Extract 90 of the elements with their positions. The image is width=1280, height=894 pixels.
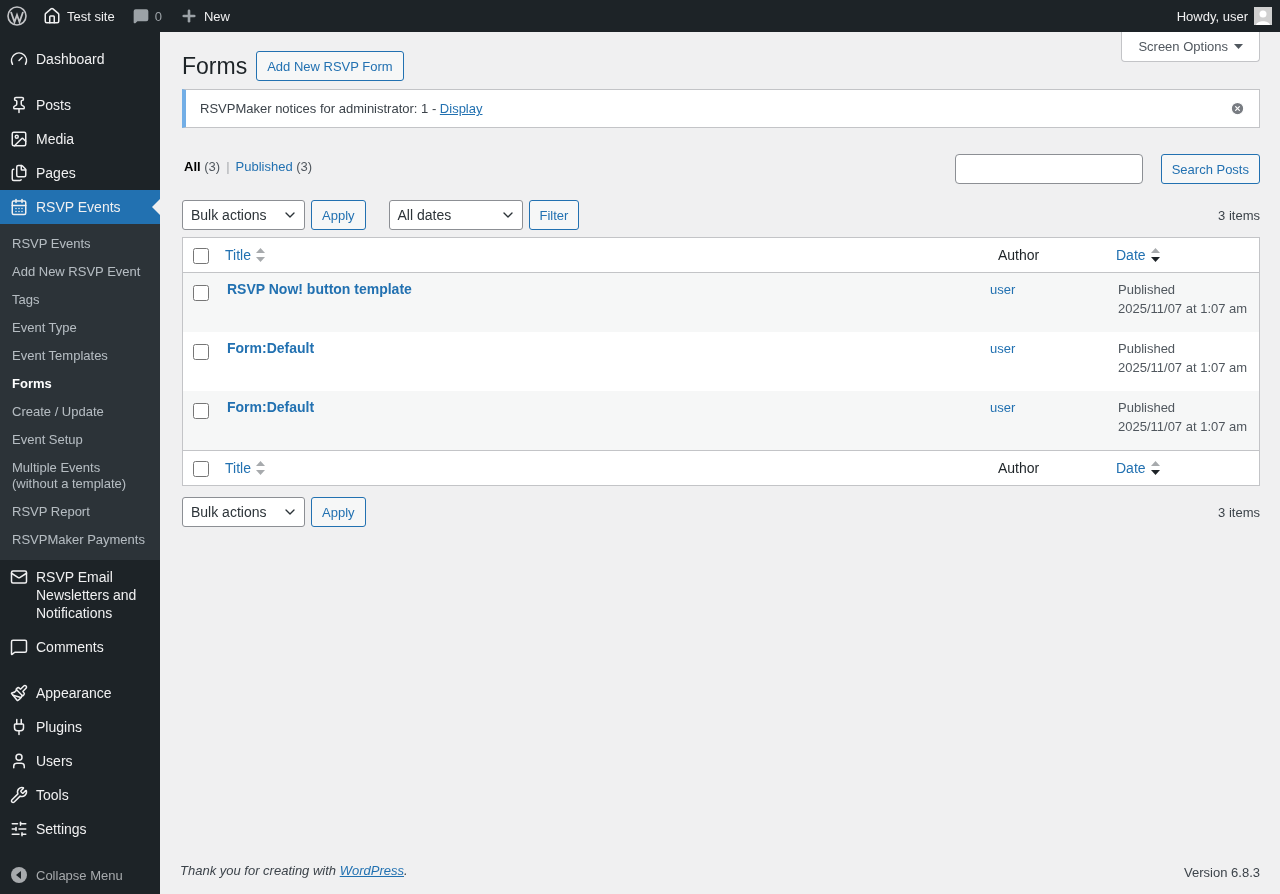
post-date: 2025/11/07 at 1:07 am [1118,300,1248,318]
submenu-item[interactable]: Event Templates [0,342,160,370]
bulk-actions-dropdown[interactable]: Bulk actions [182,497,305,527]
submenu-item[interactable]: Event Setup [0,426,160,454]
version-text: Version 6.8.3 [1184,864,1260,882]
view-link[interactable]: All (3) [184,158,221,174]
submenu-item[interactable]: RSVP Events [0,230,160,258]
menu-item[interactable]: RSVP Events [0,190,160,224]
view-link[interactable]: Published (3) [235,158,313,174]
wordpress-link[interactable]: WordPress [339,863,404,878]
row-checkbox[interactable] [193,285,209,301]
author-link[interactable]: user [990,282,1016,297]
apply-button[interactable]: Apply [311,497,366,527]
post-date: 2025/11/07 at 1:07 am [1118,359,1248,377]
menu-item[interactable]: Comments [0,630,160,664]
menu-item[interactable]: Dashboard [0,42,160,76]
person-icon [10,752,28,770]
sortable-column-header[interactable]: Title [225,247,265,263]
logo-icon[interactable] [7,6,27,26]
menu-item[interactable]: Posts [0,88,160,122]
close-icon[interactable] [1230,101,1245,116]
display-link[interactable]: Display [439,101,483,116]
post-status: Published [1118,281,1176,299]
menu-item[interactable]: Tools [0,778,160,812]
item-count: 3 items [1218,207,1260,225]
media-icon [10,130,28,148]
item-count: 3 items [1218,504,1260,522]
brush-icon [10,684,28,702]
select-all-checkbox[interactable] [193,248,209,264]
select-all-checkbox[interactable] [193,461,209,477]
bulk-actions-dropdown[interactable]: Bulk actions [182,200,305,230]
menu-item[interactable]: RSVP Email Newsletters and Notifications [0,560,160,630]
pin-icon [10,96,28,114]
row-checkbox[interactable] [193,403,209,419]
apply-button[interactable]: Apply [311,200,366,230]
author-link[interactable]: user [990,400,1016,415]
speech-bubble-icon [10,638,28,656]
page-title: Forms [182,52,248,80]
menu-item[interactable]: Plugins [0,710,160,744]
submenu-item[interactable]: Forms [0,370,160,398]
account-link[interactable]: Howdy, user [1176,7,1272,25]
column-label: Author [998,460,1040,476]
post-title-link[interactable]: RSVP Now! button template [227,281,412,297]
collapse-icon [10,866,28,884]
post-status: Published [1118,340,1176,358]
home-icon [43,7,61,25]
comments-link[interactable]: 0 [132,8,162,24]
site-link[interactable]: Test site [43,7,115,25]
notice-text: RSVPMaker notices for administrator: 1 - Display [200,101,483,116]
submenu-item[interactable]: RSVP Report [0,498,160,526]
screen-options-tab[interactable]: Screen Options [1121,32,1260,62]
menu-item[interactable]: Appearance [0,676,160,710]
new-link[interactable]: New [179,7,230,25]
sortable-column-header[interactable]: Date [1116,460,1160,476]
wrench-icon [10,786,28,804]
search-button[interactable]: Search Posts [1160,154,1260,184]
sortable-column-header[interactable]: Title [225,460,265,476]
post-title-link[interactable]: Form:Default [227,340,315,356]
submenu-item[interactable]: Event Type [0,314,160,342]
menu-item[interactable]: Users [0,744,160,778]
column-label: Author [998,247,1040,263]
author-link[interactable]: user [990,341,1016,356]
calendar-icon [10,198,28,216]
dates-dropdown[interactable]: All dates [388,200,523,230]
caret-icon [1234,44,1243,49]
submenu-item[interactable]: Create / Update [0,398,160,426]
collapse-menu-link[interactable]: Collapse Menu [0,858,160,892]
submenu-item[interactable]: Multiple Events (without a template) [0,454,160,498]
footer-text: Thank you for creating with WordPress. [180,863,408,880]
view-separator: | [226,158,230,174]
add-new-button[interactable]: Add New RSVP Form [256,51,404,81]
row-checkbox[interactable] [193,344,209,360]
menu-item[interactable]: Pages [0,156,160,190]
menu-item[interactable]: Settings [0,812,160,846]
envelope-icon [10,568,28,586]
sortable-column-header[interactable]: Date [1116,247,1160,263]
submenu-item[interactable]: Add New RSVP Event [0,258,160,286]
post-date: 2025/11/07 at 1:07 am [1118,418,1248,436]
menu-item[interactable]: Media [0,122,160,156]
submenu-item[interactable]: Tags [0,286,160,314]
pages-icon [10,164,28,182]
post-title-link[interactable]: Form:Default [227,399,315,415]
avatar-icon [1254,7,1272,25]
speech-bubble-icon [132,8,149,24]
filter-button[interactable]: Filter [528,200,580,230]
submenu-item[interactable]: RSVPMaker Payments [0,526,160,554]
post-status: Published [1118,399,1176,417]
dashboard-icon [10,50,28,68]
sliders-icon [10,820,28,838]
search-field[interactable] [954,154,1143,184]
